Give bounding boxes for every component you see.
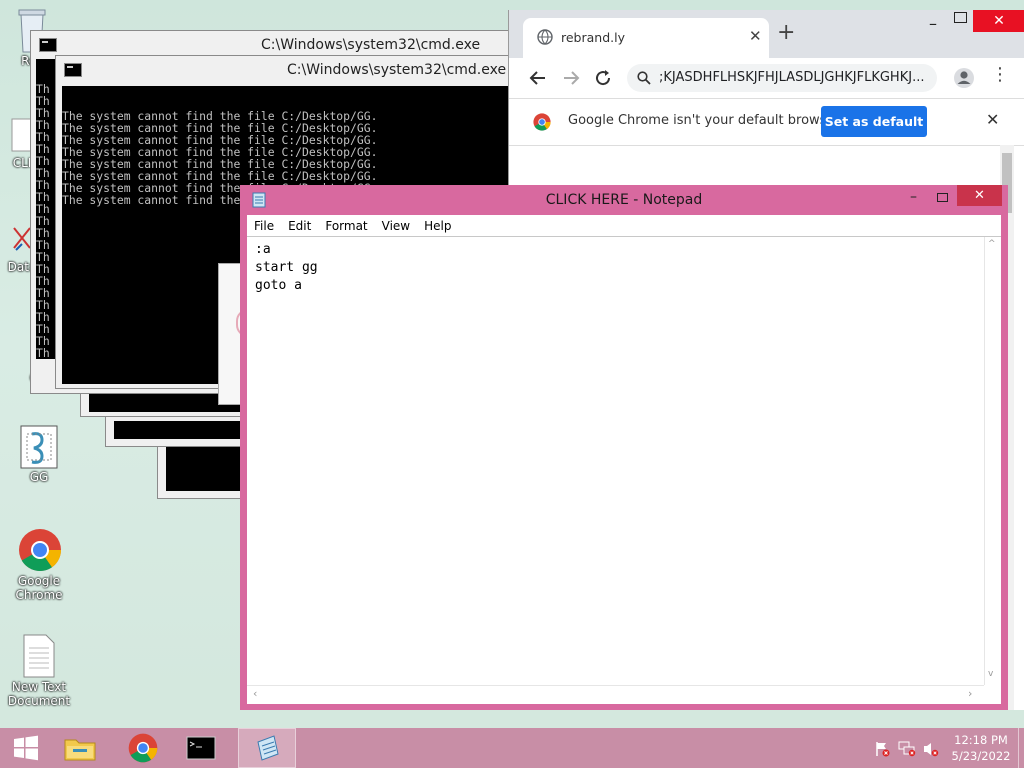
clock[interactable]: 12:18 PM 5/23/2022 <box>950 732 1012 764</box>
notepad-window[interactable]: CLICK HERE - Notepad – ✕ File Edit Forma… <box>240 185 1008 710</box>
desktop-icon-google-chrome[interactable]: Google Chrome <box>4 528 74 602</box>
editor-content[interactable]: :a start gg goto a <box>255 241 318 295</box>
menu-dots-icon[interactable]: ⋮ <box>991 66 1009 84</box>
start-button[interactable] <box>0 728 52 768</box>
chrome-icon <box>18 528 61 571</box>
text-file-icon <box>18 634 60 678</box>
clock-date: 5/23/2022 <box>951 749 1011 763</box>
scroll-left-icon[interactable]: ‹ <box>253 687 257 700</box>
minimize-icon[interactable]: – <box>910 189 917 205</box>
cmd-icon <box>186 736 216 760</box>
close-window-button[interactable]: ✕ <box>957 185 1002 206</box>
console-prefix-column: Th Th Th Th Th Th Th Th Th Th Th Th Th Th Th Th Th Th Th Th… <box>36 83 56 359</box>
text-editor[interactable]: :a start gg goto a ^ v ‹ › <box>247 236 1001 704</box>
globe-icon <box>537 29 553 45</box>
window-title: C:\Windows\system32\cmd.exe <box>261 37 481 53</box>
maximize-icon[interactable] <box>954 12 967 23</box>
menu-view[interactable]: View <box>375 219 417 233</box>
close-window-button[interactable]: ✕ <box>973 10 1024 32</box>
folder-icon <box>64 739 96 761</box>
cmd-titlebar[interactable]: C:\Windows\system32\cmd.exe <box>56 56 511 84</box>
maximize-icon[interactable] <box>937 193 948 202</box>
close-infobar-icon[interactable]: ✕ <box>986 110 999 129</box>
forward-arrow-icon[interactable] <box>562 69 580 87</box>
batch-file-icon <box>18 424 60 469</box>
taskbar-command-prompt[interactable] <box>175 728 227 768</box>
desktop-icon-label: GG <box>29 470 49 484</box>
scroll-down-icon[interactable]: v <box>988 669 993 679</box>
console-area: Th Th Th Th Th Th Th Th Th Th Th Th Th Th Th Th Th Th Th Th… <box>36 59 56 359</box>
desktop-icon-new-text-document[interactable]: New Text Document <box>4 634 74 708</box>
taskbar-notepad[interactable] <box>238 728 296 768</box>
taskbar: 12:18 PM 5/23/2022 <box>0 728 1024 768</box>
notepad-menubar: File Edit Format View Help <box>247 215 1001 236</box>
back-arrow-icon[interactable] <box>529 69 547 87</box>
chrome-toolbar: ;KJASDHFLHSKJFHJLASDLJGHKJFLKGHKJ... ⋮ <box>509 58 1024 99</box>
infobar-message: Google Chrome isn't your default browser <box>568 113 840 128</box>
chrome-icon <box>128 733 158 763</box>
address-bar[interactable]: ;KJASDHFLHSKJFHJLASDLJGHKJFLKGHKJ... <box>627 64 937 92</box>
chrome-tab[interactable]: rebrand.ly ✕ <box>523 18 769 58</box>
default-browser-infobar: Google Chrome isn't your default browser… <box>509 99 1024 146</box>
menu-help[interactable]: Help <box>417 219 458 233</box>
volume-muted-icon[interactable] <box>922 741 940 757</box>
taskbar-google-chrome[interactable] <box>117 728 169 768</box>
taskbar-file-explorer[interactable] <box>54 728 106 768</box>
show-desktop-button[interactable] <box>1018 728 1024 768</box>
scroll-right-icon[interactable]: › <box>968 687 972 700</box>
window-title: C:\Windows\system32\cmd.exe <box>287 62 507 78</box>
notepad-title: CLICK HERE - Notepad <box>545 192 703 208</box>
tab-title: rebrand.ly <box>561 30 625 45</box>
search-icon <box>637 71 651 85</box>
network-icon[interactable] <box>898 741 916 757</box>
console-area <box>114 421 254 439</box>
vertical-scrollbar[interactable]: ^ v <box>984 237 1001 685</box>
menu-edit[interactable]: Edit <box>281 219 318 233</box>
windows-logo-icon <box>14 735 38 761</box>
reload-icon[interactable] <box>594 69 612 87</box>
desktop-icon-label: New Text Document <box>7 680 71 708</box>
close-tab-icon[interactable]: ✕ <box>749 27 762 45</box>
menu-file[interactable]: File <box>247 219 281 233</box>
menu-format[interactable]: Format <box>318 219 374 233</box>
notepad-icon <box>257 735 279 761</box>
desktop-icon-label: Google Chrome <box>15 574 63 602</box>
scroll-up-icon[interactable]: ^ <box>988 239 996 249</box>
desktop-icon-gg-batch[interactable]: GG <box>4 424 74 484</box>
profile-avatar-icon[interactable] <box>953 67 975 89</box>
clock-time: 12:18 PM <box>954 733 1008 747</box>
new-tab-icon[interactable]: + <box>777 22 795 44</box>
flag-alert-icon[interactable] <box>874 741 890 757</box>
minimize-icon[interactable]: – <box>929 14 937 33</box>
horizontal-scrollbar[interactable]: ‹ › <box>247 685 984 704</box>
cmd-icon <box>64 63 82 77</box>
chrome-logo-icon <box>533 113 551 131</box>
chrome-tab-strip: rebrand.ly ✕ + – ✕ <box>509 10 1024 58</box>
set-as-default-button[interactable]: Set as default <box>821 106 927 137</box>
address-text: ;KJASDHFLHSKJFHJLASDLJGHKJFLKGHKJ... <box>659 70 925 85</box>
cmd-icon <box>39 38 57 52</box>
